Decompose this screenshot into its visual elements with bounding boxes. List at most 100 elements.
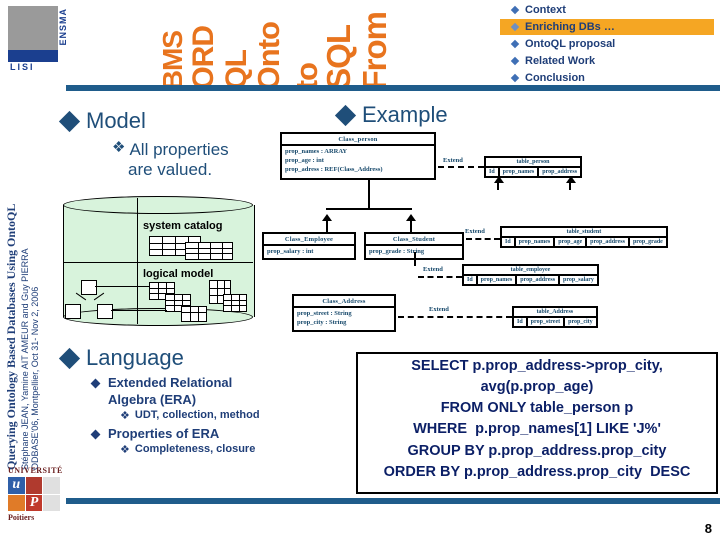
- extend-connector: [466, 238, 500, 240]
- list-item-label: All properties: [129, 140, 229, 159]
- table-columns: Id prop_street prop_city: [514, 318, 596, 326]
- nav-item-label: Context: [525, 4, 566, 16]
- nav-item-enriching-dbs[interactable]: Enriching DBs …: [500, 19, 714, 35]
- diamond-bullet-icon: ❖: [120, 443, 130, 456]
- nav-item-context[interactable]: Context: [500, 2, 714, 18]
- table-column: prop_names: [500, 168, 540, 176]
- cylinder-top: [63, 196, 253, 214]
- banner-words: BMS ORD QL Onto to SQL From: [157, 0, 460, 92]
- univ-tile-letter: u: [12, 477, 21, 493]
- table-box-employee: table_employee Id prop_names prop_addres…: [462, 264, 599, 286]
- nav-item-label: Related Work: [525, 55, 596, 67]
- class-name: Class_person: [282, 134, 434, 146]
- heading-example: Example: [334, 102, 448, 128]
- extend-connector: [438, 166, 484, 168]
- univ-logo-grid: u P: [8, 477, 60, 511]
- sidebar-rotated-text: Querying Ontology Based Databases Using …: [2, 140, 40, 470]
- table-column: prop_grade: [632, 239, 663, 245]
- inheritance-arrow: [406, 214, 416, 221]
- table-relation-line: [414, 252, 416, 266]
- class-attributes: prop_salary : int: [264, 246, 354, 259]
- banner-word-ord: ORD: [187, 26, 220, 90]
- logical-table-icon: [181, 306, 207, 322]
- nav-item-ontoql-proposal[interactable]: OntoQL proposal: [500, 36, 714, 52]
- table-relation-line: [569, 183, 571, 190]
- poitiers-label: Poitiers: [8, 513, 35, 522]
- heading-model-label: Model: [86, 108, 146, 133]
- extend-connector: [398, 316, 512, 318]
- table-column: prop_address: [542, 169, 578, 175]
- sql-query-box: SELECT p.prop_address->prop_city, avg(p.…: [356, 352, 718, 494]
- univ-tile: P: [25, 494, 43, 511]
- inheritance-line: [326, 221, 328, 232]
- ontology-link-line: [95, 286, 149, 287]
- uml-mapping-diagram: Class_person prop_names : ARRAY prop_age…: [256, 128, 720, 343]
- language-bullet-list: Extended Relational Algebra (ERA) ❖ UDT,…: [90, 375, 342, 460]
- universite-label: UNIVERSITÉ: [8, 466, 63, 475]
- univ-tile-letter: [26, 477, 43, 494]
- heading-language-label: Language: [86, 345, 184, 370]
- table-column: prop_names: [516, 238, 556, 246]
- diamond-bullet-icon: [334, 104, 357, 126]
- lisi-label: LISI: [10, 62, 35, 72]
- univ-tile: [43, 477, 60, 494]
- system-catalog-label: system catalog: [143, 220, 223, 232]
- catalog-table-icon: [185, 242, 233, 260]
- heading-model: Model: [58, 108, 146, 134]
- table-relation-arrow: [494, 176, 504, 183]
- heading-language: Language: [58, 345, 184, 371]
- nav-item-conclusion[interactable]: Conclusion: [500, 70, 714, 86]
- table-columns: Id prop_names prop_address prop_salary: [464, 276, 597, 284]
- nav-item-label: Enriching DBs …: [525, 21, 615, 33]
- univ-tile: [25, 477, 43, 494]
- univ-tile-letter: [43, 477, 60, 494]
- univ-tile: [43, 494, 60, 511]
- class-attribute: prop_names : ARRAY: [285, 148, 348, 155]
- page-number: 8: [704, 521, 712, 536]
- list-item-label: Algebra (ERA): [108, 391, 197, 407]
- table-column: Id: [486, 168, 500, 176]
- diamond-bullet-icon: [58, 110, 81, 132]
- lisi-ensma-logo: LISI ENSMA: [8, 6, 70, 72]
- diamond-bullet-icon: [90, 429, 101, 440]
- table-column: prop_street: [528, 318, 566, 326]
- table-name: table_Address: [514, 308, 596, 318]
- extend-label: Extend: [428, 306, 450, 313]
- table-box-student: table_student Id prop_names prop_age pro…: [500, 226, 668, 248]
- table-columns: Id prop_names prop_age prop_address prop…: [502, 238, 666, 246]
- table-column: prop_age: [555, 238, 588, 246]
- list-item-label: are valued.: [128, 160, 213, 180]
- slide-root: LISI ENSMA BMS ORD QL Onto to SQL From C…: [0, 0, 720, 540]
- nav-item-label: Conclusion: [525, 72, 585, 84]
- list-item: ❖ UDT, collection, method: [120, 409, 342, 423]
- banner-word-from: From: [356, 11, 393, 91]
- ontology-node-icon: [65, 304, 81, 319]
- univ-tile-letter: [8, 495, 25, 512]
- inheritance-line: [410, 221, 412, 232]
- nav-item-label: OntoQL proposal: [525, 38, 616, 50]
- cylinder-horizontal-divider: [63, 262, 253, 263]
- sql-line: avg(p.prop_age): [480, 379, 594, 396]
- logo-graphic: [8, 6, 58, 50]
- list-item-label: Extended Relational: [108, 375, 233, 390]
- table-column: prop_address: [517, 276, 561, 284]
- sql-line: SELECT p.prop_address->prop_city,: [411, 358, 663, 374]
- table-name: table_person: [486, 158, 581, 168]
- class-box-address: Class_Address prop_street : String prop_…: [292, 294, 396, 332]
- table-column: prop_city: [568, 319, 593, 325]
- banner-word-onto: Onto: [251, 21, 286, 90]
- extend-connector: [418, 276, 462, 278]
- ontology-node-icon: [81, 280, 97, 295]
- list-item-label: UDT, collection, method: [134, 408, 260, 421]
- extend-label: Extend: [442, 157, 464, 164]
- list-item-label: Completeness, closure: [134, 442, 256, 455]
- logical-model-label: logical model: [143, 268, 214, 280]
- list-item: Properties of ERA: [90, 426, 342, 442]
- table-column: Id: [464, 276, 478, 284]
- list-item: Algebra (ERA): [92, 392, 342, 408]
- diamond-bullet-icon: [510, 39, 520, 49]
- diamond-bullet-icon: [58, 347, 81, 369]
- nav-item-related-work[interactable]: Related Work: [500, 53, 714, 69]
- table-column: prop_salary: [563, 277, 594, 283]
- database-cylinder-graphic: system catalog logical model: [63, 196, 255, 328]
